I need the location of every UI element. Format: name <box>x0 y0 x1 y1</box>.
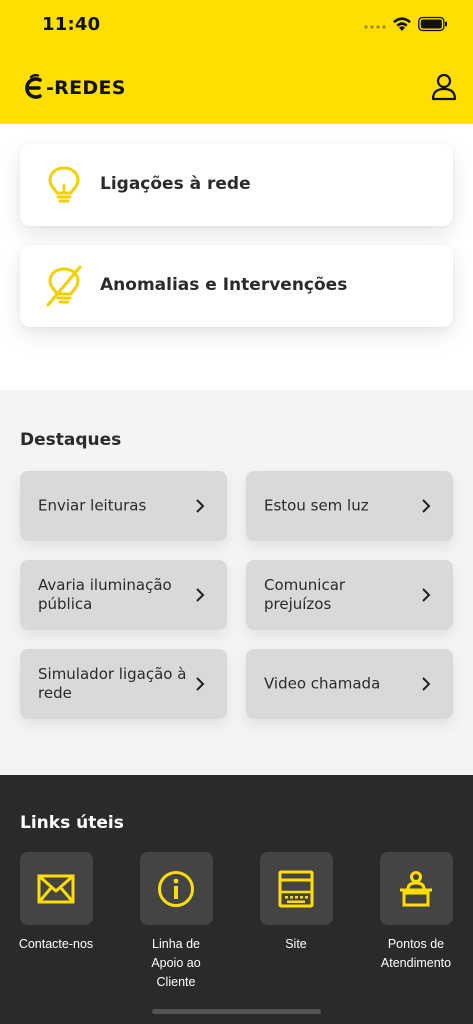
section-title: Destaques <box>20 430 122 450</box>
card-label: Ligações à rede <box>100 174 251 194</box>
info-icon <box>158 870 194 907</box>
battery-icon <box>418 16 447 32</box>
link-label: Linha de Apoio ao Cliente <box>151 937 201 989</box>
tile-estou-sem-luz[interactable]: Estou sem luz <box>246 471 453 541</box>
chevron-right-icon <box>422 588 431 602</box>
status-time: 11:40 <box>42 14 101 35</box>
tile-enviar-leituras[interactable]: Enviar leituras <box>20 471 227 541</box>
signal-dots-icon <box>364 25 386 29</box>
lightbulb-off-icon <box>46 265 82 307</box>
chevron-right-icon <box>422 499 431 513</box>
card-anomalias[interactable]: Anomalias e Intervenções <box>20 245 453 327</box>
tile-video-chamada[interactable]: Video chamada <box>246 649 453 719</box>
link-label: Pontos de Atendimento <box>380 937 452 970</box>
tile-label: Estou sem luz <box>264 496 369 515</box>
services-section: Ligações à rede Anomalias e Intervenções <box>0 124 473 390</box>
tile-comunicar-prejuizos[interactable]: Comunicar prejuízos <box>246 560 453 630</box>
envelope-icon <box>37 874 75 903</box>
e-redes-logo[interactable]: -REDES <box>22 72 126 104</box>
tile-simulador-ligacao[interactable]: Simulador ligação à rede <box>20 649 227 719</box>
links-section: Links úteis Contacte-nos Linha de Apoio … <box>0 775 473 1024</box>
link-linha-apoio[interactable]: Linha de Apoio ao Cliente <box>126 852 226 992</box>
card-ligacoes[interactable]: Ligações à rede <box>20 144 453 226</box>
logo-text: -REDES <box>46 77 126 99</box>
chevron-right-icon <box>196 588 205 602</box>
link-label: Contacte-nos <box>18 937 94 951</box>
card-label: Anomalias e Intervenções <box>100 275 348 295</box>
link-site[interactable]: Site <box>246 852 346 954</box>
tile-avaria-iluminacao[interactable]: Avaria iluminação pública <box>20 560 227 630</box>
link-icon-box[interactable] <box>379 852 453 925</box>
tile-label: Enviar leituras <box>38 496 147 515</box>
e-redes-logo-icon <box>25 74 42 99</box>
link-icon-box[interactable] <box>19 852 93 925</box>
destaques-section: Destaques Enviar leituras Estou sem luz … <box>0 390 473 775</box>
tile-label: Video chamada <box>264 674 381 693</box>
tile-label: Simulador ligação à rede <box>38 665 187 702</box>
website-icon <box>278 870 314 907</box>
section-title: Links úteis <box>20 813 124 833</box>
link-icon-box[interactable] <box>259 852 333 925</box>
tile-label: Comunicar prejuízos <box>264 576 346 613</box>
home-indicator <box>152 1009 321 1014</box>
user-icon[interactable] <box>431 73 457 101</box>
link-icon-box[interactable] <box>139 852 213 925</box>
chevron-right-icon <box>196 677 205 691</box>
tile-label: Avaria iluminação pública <box>38 576 172 613</box>
wifi-icon <box>393 17 411 31</box>
chevron-right-icon <box>196 499 205 513</box>
link-pontos-atendimento[interactable]: Pontos de Atendimento <box>366 852 466 973</box>
link-label: Site <box>285 937 307 951</box>
app-header: 11:40 -REDES <box>0 0 473 124</box>
lightbulb-icon <box>48 166 80 203</box>
link-contacte-nos[interactable]: Contacte-nos <box>6 852 106 954</box>
service-desk-icon <box>400 870 432 906</box>
chevron-right-icon <box>422 677 431 691</box>
